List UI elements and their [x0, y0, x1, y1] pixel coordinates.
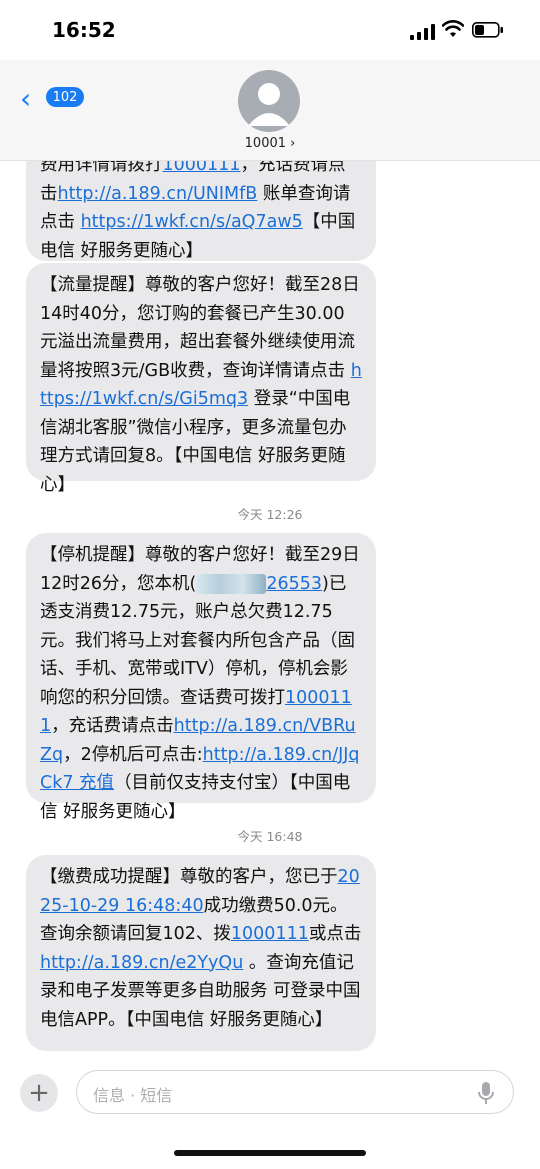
unread-count-badge[interactable]: 102: [46, 87, 84, 107]
phone-link[interactable]: 1000111: [163, 161, 241, 175]
timestamp: 今天 16:48: [237, 829, 303, 844]
message-bubble-3[interactable]: 【停机提醒】尊敬的客户您好！截至29日12时26分，您本机(26553)已透支消…: [26, 533, 376, 822]
home-indicator[interactable]: [174, 1150, 366, 1156]
message-composer: + 信息 · 短信: [0, 1062, 540, 1122]
message-bubble-4[interactable]: 【缴费成功提醒】尊敬的客户，您已于2025-10-29 16:48:40成功缴费…: [26, 855, 376, 1051]
balance-link[interactable]: http://a.189.cn/e2YyQu: [40, 953, 243, 973]
battery-icon: [472, 22, 503, 38]
status-time: 16:52: [52, 18, 116, 42]
wifi-icon: [442, 20, 464, 37]
person-icon: [248, 83, 290, 126]
message-bubble-1[interactable]: 费用详情请拨打1000111，充话费请点击http://a.189.cn/UNI…: [26, 161, 376, 261]
recharge-link[interactable]: http://a.189.cn/UNIMfB: [58, 184, 258, 204]
masked-number-link[interactable]: 26553: [266, 574, 322, 594]
masked-number: [196, 573, 267, 594]
add-attachment-button[interactable]: +: [20, 1074, 58, 1112]
back-chevron-icon[interactable]: ‹: [20, 82, 31, 115]
message-thread[interactable]: 费用详情请拨打1000111，充话费请点击http://a.189.cn/UNI…: [0, 161, 540, 1061]
cellular-signal-icon: [410, 24, 435, 40]
message-input[interactable]: 信息 · 短信: [76, 1070, 514, 1114]
status-bar: 16:52: [0, 0, 540, 60]
message-input-placeholder: 信息 · 短信: [93, 1086, 173, 1105]
bill-query-link[interactable]: https://1wkf.cn/s/aQ7aw5: [81, 212, 303, 232]
conversation-header: ‹ 102 10001 ›: [0, 60, 540, 161]
phone-link[interactable]: 1000111: [231, 924, 309, 944]
timestamp: 今天 12:26: [237, 507, 303, 522]
contact-avatar[interactable]: [238, 70, 300, 132]
microphone-icon[interactable]: [477, 1081, 495, 1105]
contact-name[interactable]: 10001 ›: [0, 136, 540, 151]
message-bubble-2[interactable]: 【流量提醒】尊敬的客户您好！截至28日14时40分，您订购的套餐已产生30.00…: [26, 263, 376, 495]
